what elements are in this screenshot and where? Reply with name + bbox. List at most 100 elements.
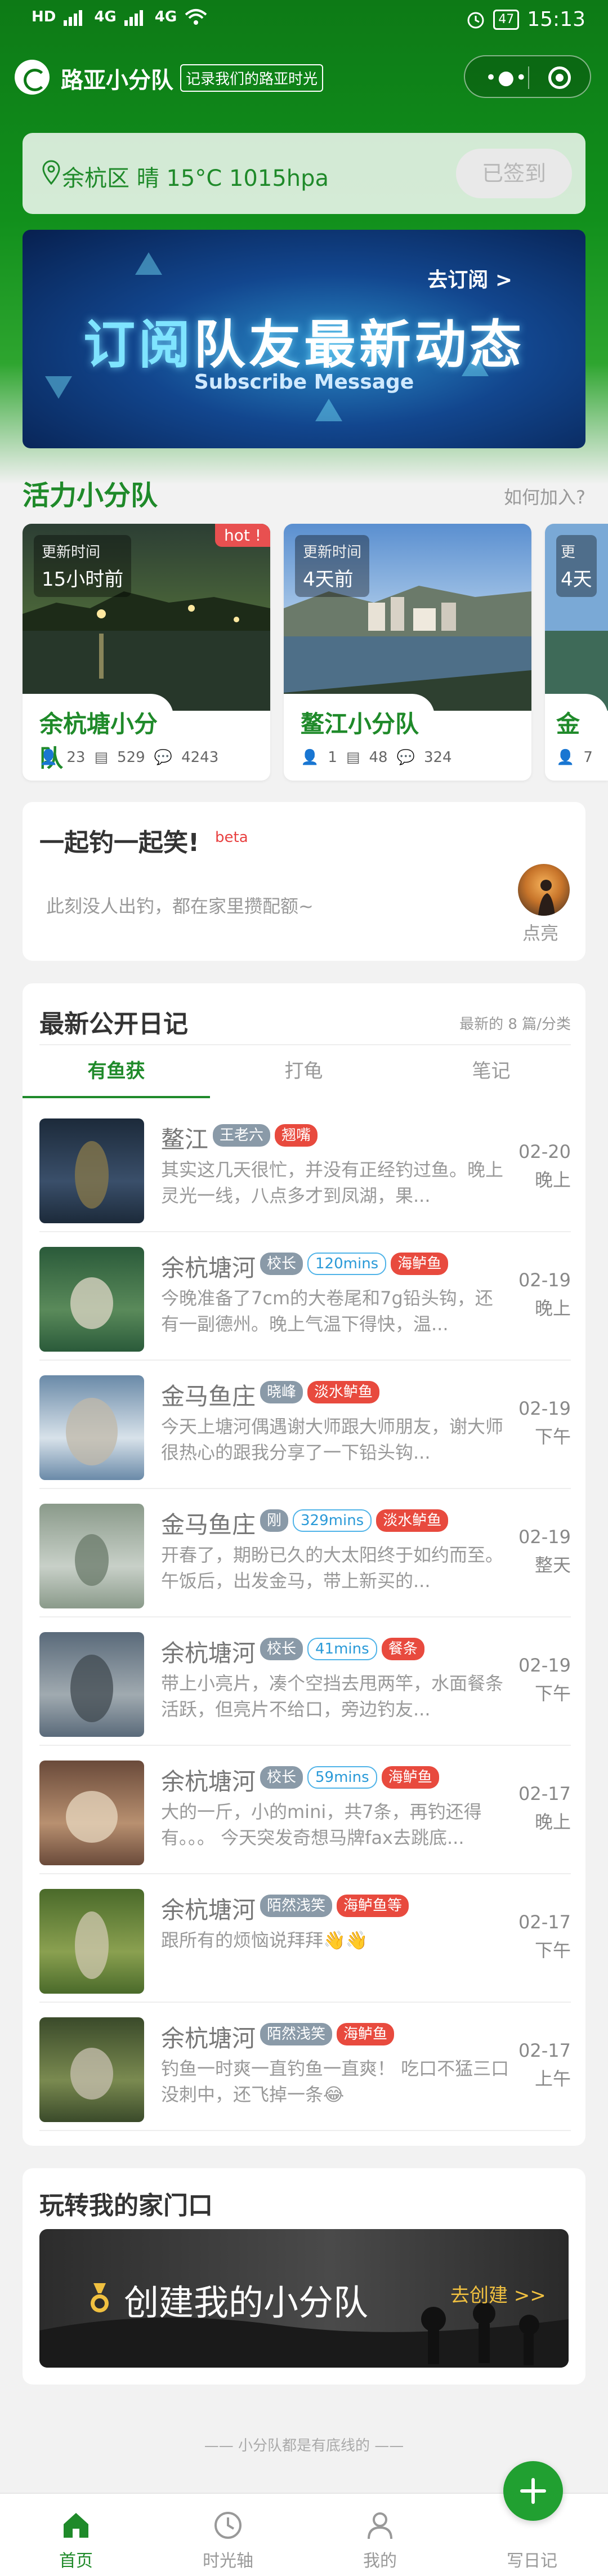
diary-entry[interactable]: 余杭塘河 校长 120mins 海鲈鱼 今晚准备了7cm的大卷尾和7g铅头钩，还有一副德…: [23, 1232, 585, 1361]
diary-entry[interactable]: 余杭塘河 陌然浅笑 海鲈鱼 钓鱼一时爽一直钓鱼一直爽！ 吃口不猛三口没刺中，还飞掉一条…: [23, 2003, 585, 2131]
status-bar: HD 4G 4G 47 15:13: [0, 0, 608, 44]
diary-tag: 王老六: [213, 1124, 271, 1147]
comments-count: 324: [423, 749, 452, 766]
diary-thumbnail: [39, 1375, 144, 1480]
tab-skunk[interactable]: 打龟: [210, 1044, 397, 1098]
signal-label-1: 4G: [94, 8, 117, 25]
team-card[interactable]: 更新时间 15小时前 hot ! 余杭塘小分队 👤 23 ▤ 529 💬 4243: [23, 524, 270, 781]
diary-entry[interactable]: 余杭塘河 陌然浅笑 海鲈鱼等 跟所有的烦恼说拜拜👋👋 02-17 下午: [23, 1874, 585, 2003]
weather-card: 余杭区 晴 15°C 1015hpa 已签到: [23, 133, 585, 214]
team-card[interactable]: 更新时间 4天前 鳌江小分队 👤 1 ▤ 48 💬 324: [284, 524, 531, 781]
tab-timeline-label: 时光轴: [203, 2551, 253, 2571]
diary-tag: 陌然浅笑: [260, 1895, 333, 1917]
diary-tag: 校长: [260, 1253, 303, 1275]
fish-together-empty: 此刻没人出钓，都在家里攒配额~: [46, 895, 314, 917]
diary-recent-count: 最新的 8 篇/分类: [459, 1016, 571, 1033]
alarm-icon: [467, 12, 484, 28]
row-divider: [39, 2130, 571, 2131]
diary-date: 02-19: [518, 1526, 571, 1548]
signal-icon: [64, 10, 83, 26]
nav-bar: 路亚小分队 记录我们的路亚时光 •●•: [0, 50, 608, 104]
diary-date-block: 02-17 晚上: [518, 1780, 571, 1836]
diary-place: 余杭塘河: [161, 1896, 256, 1924]
update-time-box: 更新时间 4天前: [295, 535, 370, 597]
diary-place: 鳌江: [161, 1126, 209, 1153]
diary-date: 02-19: [518, 1398, 571, 1419]
diary-entry[interactable]: 余杭塘河 校长 59mins 海鲈鱼 大的一斤，小的mini，共7条，再钓还得有。。。 …: [23, 1746, 585, 1874]
diary-thumbnail: [39, 1504, 144, 1608]
diary-title: 最新公开日记: [39, 1010, 188, 1039]
app-title: 路亚小分队: [61, 68, 173, 93]
posts-icon: ▤: [94, 749, 109, 766]
comments-icon: 💬: [154, 749, 173, 766]
tab-mine-label: 我的: [363, 2551, 397, 2571]
diary-tag: 刚: [260, 1509, 289, 1532]
diary-tag: 淡水鲈鱼: [307, 1381, 380, 1403]
update-time-value: 4天: [561, 568, 592, 591]
beta-badge: beta: [215, 829, 248, 846]
diary-tag: 120mins: [307, 1253, 387, 1275]
update-time-box: 更 4天: [556, 535, 597, 597]
diary-excerpt: 大的一斤，小的mini，共7条，再钓还得有。。。 今天突发奇想马牌fax去跳底.…: [161, 1801, 482, 1848]
close-icon[interactable]: [548, 66, 571, 89]
diary-entry[interactable]: 金马鱼庄刚 329mins 淡水鲈鱼 开春了，期盼已久的大太阳终于如约而至。 午饭后，…: [23, 1489, 585, 1617]
members-icon: 👤: [39, 749, 58, 766]
tab-timeline[interactable]: 时光轴: [152, 2494, 304, 2576]
diary-entry[interactable]: 余杭塘河 校长 41mins 餐条 带上小亮片，凑个空挡去甩两竿，水面餐条活跃，但亮片不…: [23, 1617, 585, 1746]
diary-time-of-day: 整天: [534, 1554, 571, 1576]
update-time-value: 15小时前: [42, 568, 124, 591]
diary-date: 02-17: [518, 1911, 571, 1933]
diary-tag: 淡水鲈鱼: [376, 1509, 449, 1532]
team-name: 鳌江小分队: [284, 694, 435, 738]
diary-tags: 校长 120mins 海鲈鱼: [260, 1253, 449, 1275]
capsule-divider: [528, 66, 529, 89]
avatar-silhouette: [538, 880, 555, 916]
diary-tag: 329mins: [293, 1509, 372, 1532]
tab-notes[interactable]: 笔记: [397, 1044, 585, 1098]
diary-tag: 餐条: [381, 1638, 424, 1660]
tab-write-diary-label: 写日记: [507, 2551, 557, 2571]
app-slogan: 记录我们的路亚时光: [180, 64, 324, 92]
app-logo: [15, 60, 50, 95]
create-team-banner[interactable]: 创建我的小分队 去创建 >>: [39, 2229, 569, 2368]
update-time-label: 更新时间: [42, 544, 101, 561]
more-icon[interactable]: •●•: [485, 66, 528, 89]
hot-badge: hot !: [215, 524, 270, 547]
how-to-join-link[interactable]: 如何加入?: [504, 483, 585, 509]
team-stats: 👤 1 ▤ 48 💬 324: [301, 749, 452, 766]
diary-date-block: 02-20 晚上: [518, 1138, 571, 1194]
write-diary-plus-button[interactable]: [503, 2461, 563, 2521]
diary-excerpt: 开春了，期盼已久的大太阳终于如约而至。 午饭后，出发金马，带上新买的...: [161, 1544, 504, 1592]
posts-icon: ▤: [346, 749, 360, 766]
members-icon: 👤: [556, 749, 575, 766]
diary-tag: 翘嘴: [275, 1124, 318, 1147]
create-team-link[interactable]: 去创建 >>: [450, 2280, 546, 2307]
signed-in-button[interactable]: 已签到: [456, 149, 572, 198]
banner-title-rest: 队友最新动态: [194, 315, 525, 375]
subscribe-link[interactable]: 去订阅 >: [427, 264, 512, 293]
miniprogram-capsule[interactable]: •●•: [464, 55, 591, 98]
diary-entry[interactable]: 鳌江 王老六 翘嘴 其实这几天很忙，并没有正经钓过鱼。晚上灵光一线，八点多才到凤湖，果…: [23, 1104, 585, 1232]
team-name: 金: [545, 694, 608, 738]
wifi-icon: [185, 9, 207, 25]
team-card[interactable]: 更 4天 金 👤 7: [545, 524, 608, 781]
diary-date: 02-17: [518, 2040, 571, 2061]
tab-indicator: [23, 1096, 210, 1098]
diary-place: 余杭塘河: [161, 1254, 256, 1282]
diary-excerpt: 跟所有的烦恼说拜拜👋👋: [161, 1929, 368, 1951]
diary-entry[interactable]: 金马鱼庄 晓峰 淡水鲈鱼 今天上塘河偶遇谢大师跟大师朋友，谢大师很热心的跟我分享了一下…: [23, 1361, 585, 1489]
subscribe-banner[interactable]: 去订阅 > 订阅队友最新动态 Subscribe Message: [23, 230, 585, 448]
diary-place: 余杭塘河: [161, 1768, 256, 1795]
tab-home[interactable]: 首页: [0, 2494, 152, 2576]
diary-tag: 海鲈鱼: [337, 2023, 395, 2045]
diary-tag: 41mins: [307, 1638, 377, 1660]
diary-time-of-day: 上午: [534, 2068, 571, 2089]
tab-mine[interactable]: 我的: [304, 2494, 456, 2576]
diary-date-block: 02-17 下午: [518, 1908, 571, 1964]
user-avatar[interactable]: [518, 864, 570, 916]
light-up-button[interactable]: 点亮: [522, 919, 558, 945]
banner-title-highlight: 订阅: [83, 315, 194, 375]
tab-home-label: 首页: [59, 2551, 93, 2571]
tab-catch[interactable]: 有鱼获: [23, 1044, 210, 1098]
weather-text: 余杭区 晴 15°C 1015hpa: [62, 166, 329, 191]
